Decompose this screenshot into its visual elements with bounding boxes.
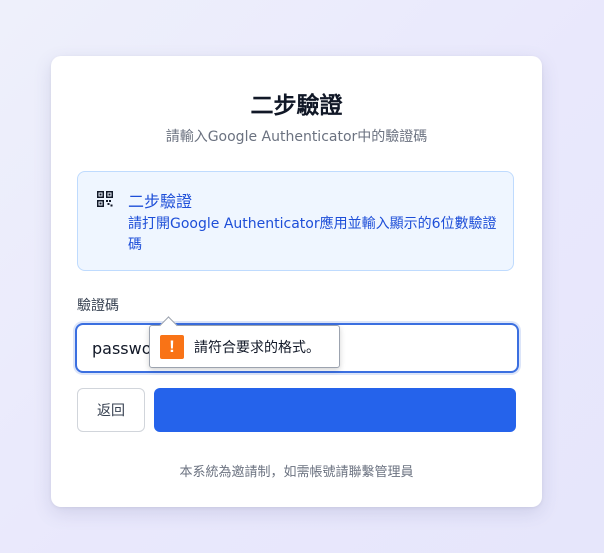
page-subtitle: 請輸入Google Authenticator中的驗證碼 xyxy=(165,129,428,145)
validation-tooltip: ! 請符合要求的格式。 xyxy=(149,316,340,368)
code-label: 驗證碼 xyxy=(77,298,119,314)
page-title: 二步驗證 xyxy=(250,93,343,119)
info-title: 二步驗證 xyxy=(128,192,193,211)
validation-message: 請符合要求的格式。 xyxy=(194,340,320,356)
info-box: 二步驗證 請打開Google Authenticator應用並輸入顯示的6位數驗… xyxy=(77,171,514,271)
info-text: 請打開Google Authenticator應用並輸入顯示的6位數驗證碼 xyxy=(128,216,497,253)
submit-button[interactable] xyxy=(154,388,516,432)
warning-icon: ! xyxy=(160,335,184,359)
verification-card: 二步驗證 請輸入Google Authenticator中的驗證碼 二步驗證 請… xyxy=(51,56,542,507)
footer-note: 本系統為邀請制，如需帳號請聯繫管理員 xyxy=(179,465,414,480)
qr-code-icon xyxy=(97,191,113,207)
back-button[interactable]: 返回 xyxy=(77,388,145,432)
